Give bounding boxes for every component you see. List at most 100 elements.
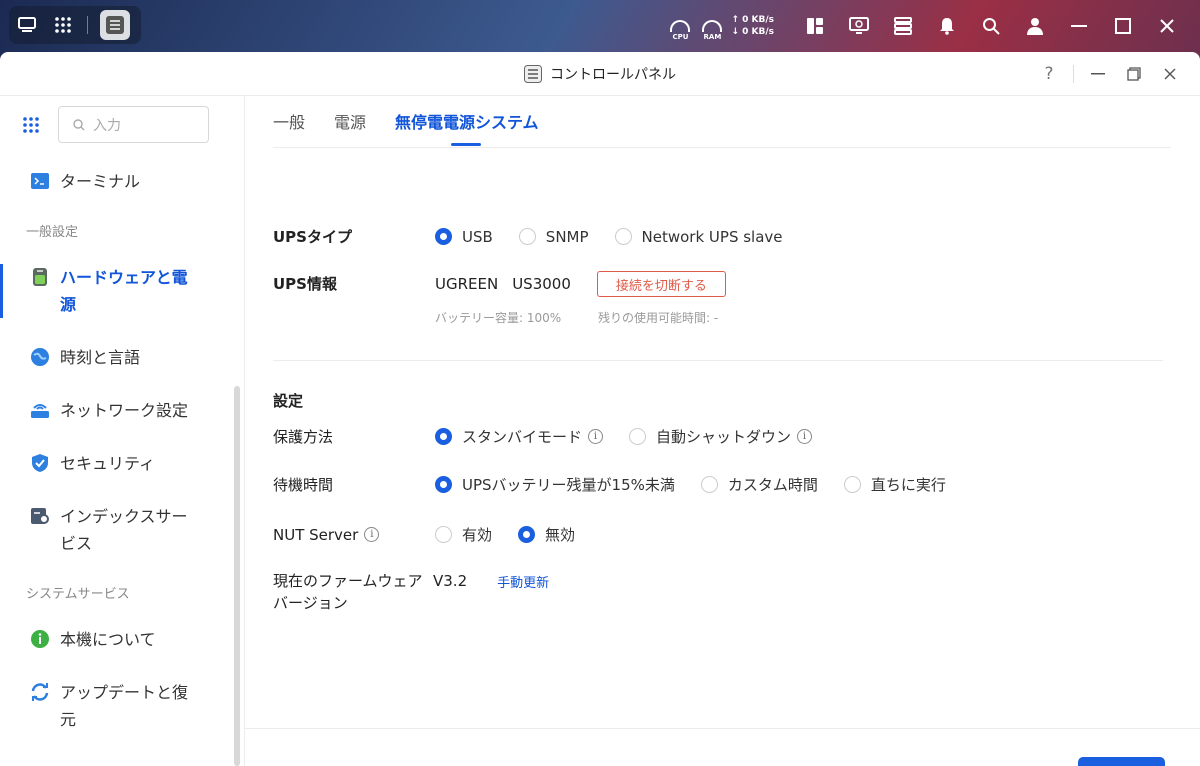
auto-shutdown-radio[interactable]: 自動シャットダウン i [629,426,813,447]
radio-label: 自動シャットダウン [656,428,792,446]
ram-meter-icon[interactable]: RAM [699,11,725,41]
minimize-button[interactable] [1080,56,1116,92]
search-input[interactable]: 入力 [58,106,209,143]
sidebar-section-system-services: システムサービス [26,587,130,602]
close-icon[interactable] [1148,8,1186,44]
window-titlebar[interactable]: コントロールパネル ? [0,52,1200,96]
upload-speed: 0 KB/s [742,15,774,25]
sidebar-search-row: 入力 [22,106,209,143]
app-grid-icon[interactable] [45,7,81,43]
radio-label: カスタム時間 [727,476,818,494]
section-divider [273,360,1163,361]
all-settings-grid-icon[interactable] [22,116,40,134]
tab-bar: 一般 電源 無停電電源システム [273,96,568,148]
ups-type-usb-radio[interactable]: USB [435,228,493,246]
apply-button[interactable]: 適用 [1078,757,1165,766]
controls-divider [1073,65,1074,83]
terminal-icon [31,173,49,189]
radio-label: スタンバイモード [462,428,583,446]
bell-icon[interactable] [928,8,966,44]
sidebar-item-network[interactable]: ネットワーク設定 [0,397,235,424]
user-icon[interactable] [1016,8,1054,44]
ups-status-line: バッテリー容量: 100% 残りの使用可能時間: - [435,309,726,326]
monitor-network-icon[interactable] [840,8,878,44]
protection-radio-group: スタンバイモード i 自動シャットダウン i [435,426,838,447]
help-icon: ? [1044,64,1054,84]
search-icon[interactable] [972,8,1010,44]
tab-general[interactable]: 一般 [273,96,305,148]
storage-icon[interactable] [884,8,922,44]
cpu-meter-icon[interactable]: CPU [667,11,693,41]
standby-info-icon[interactable]: i [588,429,604,444]
restore-icon [1127,67,1141,81]
custom-time-radio[interactable]: カスタム時間 [700,474,818,495]
main-content: 一般 電源 無停電電源システム UPSタイプ USB SNMP Network … [245,96,1200,766]
tab-ups[interactable]: 無停電電源システム [395,96,539,148]
protection-method-label: 保護方法 [273,428,334,446]
sidebar-item-terminal[interactable]: ターミナル [0,168,235,195]
ups-type-row: UPSタイプ USB SNMP Network UPS slave [273,226,809,247]
radio-label: 無効 [545,526,576,544]
remaining-runtime: 残りの使用可能時間: - [598,311,719,325]
sidebar-item-label: ターミナル [60,172,141,191]
tab-underline-divider [273,147,1171,148]
sidebar-section-general: 一般設定 [26,225,79,240]
system-taskbar: CPU RAM ↑ 0 KB/s ↓ 0 KB/s [0,0,1200,52]
sidebar-item-time-language[interactable]: 時刻と言語 [0,344,235,371]
ups-type-network-slave-radio[interactable]: Network UPS slave [614,228,783,246]
ups-type-snmp-radio[interactable]: SNMP [518,228,589,246]
restore-button[interactable] [1116,56,1152,92]
radio-selected-indicator [435,476,452,493]
sidebar-item-label: ハードウェアと電源 [60,268,188,314]
nut-enable-radio[interactable]: 有効 [435,524,492,545]
nut-disable-radio[interactable]: 無効 [518,524,575,545]
window-close-icon [1164,68,1176,80]
sidebar-item-index-service[interactable]: インデックスサービス [0,503,235,557]
manual-update-link[interactable]: 手動更新 [497,572,549,591]
ups-info-block: UGREEN US3000 接続を切断する バッテリー容量: 100% 残りの使… [435,271,726,326]
sidebar: 入力 ターミナル 一般設定 ハードウェアと電源 時刻と言語 ネットワーク設定 セ… [0,96,245,766]
sidebar-item-about[interactable]: 本機について [0,626,235,653]
firmware-version: V3.2 [433,572,468,590]
radio-indicator [700,476,718,493]
firmware-value-group: V3.2 手動更新 [433,570,549,592]
help-button[interactable]: ? [1031,56,1067,92]
auto-shutdown-info-icon[interactable]: i [797,429,813,444]
search-icon [73,118,85,130]
radio-indicator [629,428,647,445]
window-close-button[interactable] [1152,56,1188,92]
disconnect-button[interactable]: 接続を切断する [596,271,726,297]
radio-selected-indicator [435,428,452,445]
sidebar-item-label: セキュリティ [60,454,156,473]
sidebar-scrollbar[interactable] [234,386,240,766]
nut-info-icon[interactable]: i [364,527,380,542]
control-panel-task-icon[interactable] [100,10,130,40]
nut-server-row: NUT Server i 有効 無効 [273,524,601,545]
firmware-row: 現在のファームウェアバージョン V3.2 手動更新 [273,570,549,614]
radio-selected-indicator [518,526,536,543]
firmware-label: 現在のファームウェアバージョン [273,572,423,612]
sidebar-item-hardware-power[interactable]: ハードウェアと電源 [0,264,235,318]
ups-model: US3000 [512,275,571,293]
window-controls: ? [1031,52,1188,96]
tab-power[interactable]: 電源 [334,96,366,148]
maximize-icon[interactable] [1104,8,1142,44]
network-speed: ↑ 0 KB/s ↓ 0 KB/s [731,15,774,37]
taskbar-left-group [9,6,141,44]
index-icon [31,508,49,524]
info-icon [31,630,49,648]
ups-info-label: UPS情報 [273,275,337,293]
standby-mode-radio[interactable]: スタンバイモード i [435,426,604,447]
execute-immediately-radio[interactable]: 直ちに実行 [843,474,946,495]
globe-icon [31,348,49,366]
minimize-all-icon[interactable] [1060,8,1098,44]
sidebar-item-security[interactable]: セキュリティ [0,450,235,477]
battery-capacity: バッテリー容量: 100% [435,311,562,325]
battery-below-15-radio[interactable]: UPSバッテリー残量が15%未満 [435,474,675,495]
sidebar-item-label: 本機について [60,630,156,649]
taskbar-right-group: CPU RAM ↑ 0 KB/s ↓ 0 KB/s [667,8,1186,44]
nut-server-label-wrap: NUT Server i [273,526,435,544]
widgets-icon[interactable] [796,8,834,44]
desktop-icon[interactable] [9,7,45,43]
sidebar-item-update-restore[interactable]: アップデートと復元 [0,679,235,733]
